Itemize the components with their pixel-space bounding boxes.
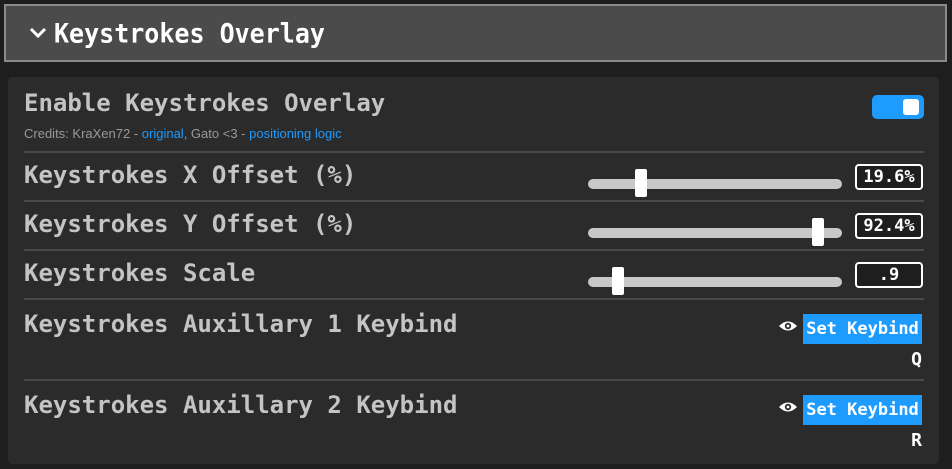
x-offset-value[interactable]: 19.6% [855, 164, 923, 190]
scale-label: Keystrokes Scale [24, 259, 256, 287]
x-offset-slider[interactable] [588, 169, 842, 197]
aux2-key-value: R [911, 430, 922, 451]
y-offset-slider-thumb[interactable] [812, 218, 824, 246]
eye-icon[interactable] [778, 399, 798, 415]
scale-slider-thumb[interactable] [612, 267, 624, 295]
x-offset-label: Keystrokes X Offset (%) [24, 161, 357, 189]
x-offset-slider-thumb[interactable] [635, 169, 647, 197]
y-offset-value[interactable]: 92.4% [855, 213, 923, 239]
credits-middle: , Gato <3 - [183, 126, 250, 141]
credits-text: Credits: KraXen72 - original, Gato <3 - … [24, 126, 342, 141]
eye-icon[interactable] [778, 318, 798, 334]
section-title: Keystrokes Overlay [54, 17, 325, 49]
enable-overlay-row: Enable Keystrokes Overlay Credits: KraXe… [24, 77, 924, 151]
y-offset-label: Keystrokes Y Offset (%) [24, 210, 357, 238]
aux1-keybind-label: Keystrokes Auxillary 1 Keybind [24, 310, 458, 338]
y-offset-slider[interactable] [588, 218, 842, 246]
aux1-keybind-row: Keystrokes Auxillary 1 Keybind Set Keybi… [24, 300, 924, 379]
aux2-set-keybind-button[interactable]: Set Keybind [803, 395, 922, 425]
credits-prefix: Credits: KraXen72 - [24, 126, 142, 141]
enable-overlay-label: Enable Keystrokes Overlay [24, 89, 386, 117]
scale-row: Keystrokes Scale .9 [24, 251, 924, 299]
credits-link-positioning[interactable]: positioning logic [249, 126, 342, 141]
toggle-knob [903, 99, 919, 115]
settings-panel: Enable Keystrokes Overlay Credits: KraXe… [8, 77, 939, 464]
chevron-down-icon[interactable] [18, 4, 58, 62]
aux1-key-value: Q [911, 349, 922, 370]
x-offset-row: Keystrokes X Offset (%) 19.6% [24, 153, 924, 201]
aux1-set-keybind-button[interactable]: Set Keybind [803, 314, 922, 344]
y-offset-row: Keystrokes Y Offset (%) 92.4% [24, 202, 924, 250]
aux2-keybind-row: Keystrokes Auxillary 2 Keybind Set Keybi… [24, 381, 924, 461]
credits-link-original[interactable]: original [142, 126, 184, 141]
section-header[interactable]: Keystrokes Overlay [4, 4, 947, 62]
scale-slider[interactable] [588, 267, 842, 295]
aux2-keybind-label: Keystrokes Auxillary 2 Keybind [24, 391, 458, 419]
scale-value[interactable]: .9 [855, 262, 923, 288]
enable-overlay-toggle[interactable] [872, 95, 924, 119]
